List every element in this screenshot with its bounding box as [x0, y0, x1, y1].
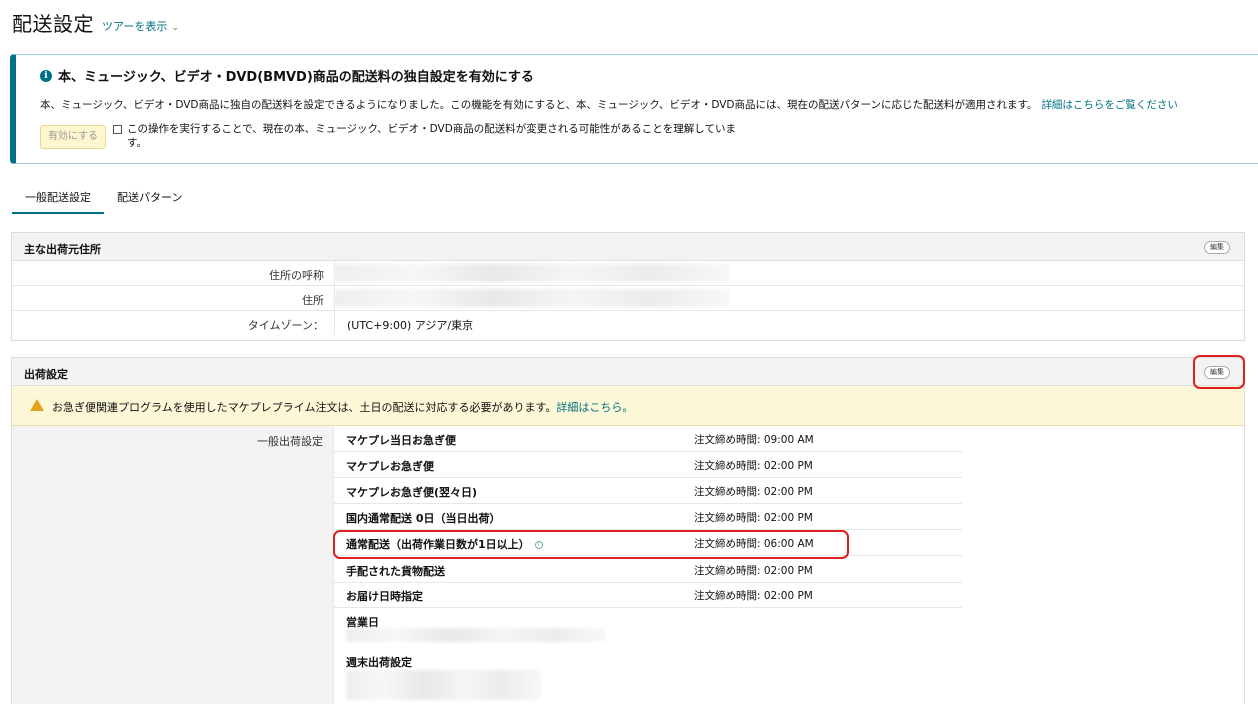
confirm-checkbox-row[interactable]: この操作を実行することで、現在の本、ミュージック、ビデオ・DVD商品の配送料が変… — [113, 122, 753, 150]
timezone-label: タイムゾーン： — [247, 319, 324, 332]
notice-title: i 本、ミュージック、ビデオ・DVD(BMVD)商品の配送料の独自設定を有効にす… — [40, 66, 534, 85]
address-panel: 主な出荷元住所 編集 住所の呼称 住所 タイムゾーン： (UTC+9:00) ア… — [11, 232, 1245, 341]
address-value — [334, 286, 734, 310]
ship-method-row: 手配された貨物配送 注文締め時間: 02:00 PM — [334, 557, 962, 583]
page-title: 配送設定 — [12, 12, 94, 36]
redacted-address — [335, 289, 730, 307]
warning-icon — [30, 399, 44, 411]
address-panel-header: 主な出荷元住所 編集 — [12, 233, 1244, 261]
ship-method-name: マケプレ当日お急ぎ便 — [346, 434, 456, 447]
address-panel-title: 主な出荷元住所 — [24, 243, 101, 256]
general-shipping-label: 一般出荷設定 — [257, 435, 323, 448]
address-row-address: 住所 — [12, 286, 1244, 311]
ship-method-row: 国内通常配送 0日（当日出荷） 注文締め時間: 02:00 PM — [334, 504, 962, 530]
ship-method-row: マケプレ当日お急ぎ便 注文締め時間: 09:00 AM — [334, 426, 962, 452]
ship-method-name: マケプレお急ぎ便(翌々日) — [346, 486, 478, 499]
ship-method-cutoff: 注文締め時間: 02:00 PM — [694, 590, 813, 602]
ship-method-row: マケプレお急ぎ便 注文締め時間: 02:00 PM — [334, 452, 962, 478]
ship-method-name: 通常配送（出荷作業日数が1日以上） i — [346, 536, 543, 552]
ship-method-row: マケプレお急ぎ便(翌々日) 注文締め時間: 02:00 PM — [334, 478, 962, 504]
ship-method-cutoff: 注文締め時間: 06:00 AM — [694, 538, 814, 550]
redacted-address-name — [335, 264, 730, 282]
ship-method-row: お届け日時指定 注文締め時間: 02:00 PM — [334, 582, 962, 608]
bmvd-notice: i 本、ミュージック、ビデオ・DVD(BMVD)商品の配送料の独自設定を有効にす… — [10, 54, 1258, 164]
timezone-value: (UTC+9:00) アジア/東京 — [334, 311, 734, 335]
confirm-checkbox[interactable] — [113, 125, 122, 134]
ship-method-name: 国内通常配送 0日（当日出荷） — [346, 512, 501, 525]
prime-warning: お急ぎ便関連プログラムを使用したマケプレプライム注文は、土日の配送に対応する必要… — [12, 386, 1244, 426]
weekend-shipping-label: 週末出荷設定 — [346, 656, 412, 669]
enable-button[interactable]: 有効にする — [40, 125, 106, 149]
address-label: 住所 — [302, 294, 324, 307]
shipping-edit-button[interactable]: 編集 — [1204, 366, 1230, 379]
warning-text: お急ぎ便関連プログラムを使用したマケプレプライム注文は、土日の配送に対応する必要… — [52, 399, 633, 415]
address-row-name: 住所の呼称 — [12, 261, 1244, 286]
redacted-business-days — [346, 628, 606, 642]
warning-message: お急ぎ便関連プログラムを使用したマケプレプライム注文は、土日の配送に対応する必要… — [52, 401, 557, 414]
ship-method-cutoff: 注文締め時間: 09:00 AM — [694, 434, 814, 446]
shipping-panel-title: 出荷設定 — [24, 368, 68, 381]
shipping-panel: 出荷設定 編集 お急ぎ便関連プログラムを使用したマケプレプライム注文は、土日の配… — [11, 357, 1245, 704]
tour-link[interactable]: ツアーを表示 ⌄ — [102, 18, 179, 34]
ship-method-cutoff: 注文締め時間: 02:00 PM — [694, 565, 813, 577]
notice-description-text: 本、ミュージック、ビデオ・DVD商品に独自の配送料を設定できるようになりました。… — [40, 99, 1038, 111]
address-name-label: 住所の呼称 — [269, 269, 324, 282]
ship-method-name-text: 通常配送（出荷作業日数が1日以上） — [346, 538, 530, 551]
chevron-down-icon: ⌄ — [171, 23, 179, 33]
ship-method-cutoff: 注文締め時間: 02:00 PM — [694, 460, 813, 472]
notice-title-text: 本、ミュージック、ビデオ・DVD(BMVD)商品の配送料の独自設定を有効にする — [58, 70, 534, 85]
info-icon: i — [40, 69, 52, 82]
tab-shipping-templates[interactable]: 配送パターン — [104, 182, 195, 214]
tour-link-label: ツアーを表示 — [102, 20, 168, 33]
address-name-value — [334, 261, 734, 285]
settings-tabs: 一般配送設定 配送パターン — [12, 182, 195, 214]
ship-method-cutoff: 注文締め時間: 02:00 PM — [694, 512, 813, 524]
notice-description: 本、ミュージック、ビデオ・DVD商品に独自の配送料を設定できるようになりました。… — [40, 97, 1178, 112]
address-edit-button[interactable]: 編集 — [1204, 241, 1230, 254]
notice-details-link[interactable]: 詳細はこちらをご覧ください — [1041, 99, 1178, 111]
shipping-left-column: 一般出荷設定 — [12, 426, 334, 704]
info-icon[interactable]: i — [534, 541, 543, 549]
tab-general-shipping[interactable]: 一般配送設定 — [12, 182, 104, 214]
ship-method-name: お届け日時指定 — [346, 590, 423, 603]
ship-method-row: 通常配送（出荷作業日数が1日以上） i 注文締め時間: 06:00 AM — [334, 530, 962, 556]
address-row-timezone: タイムゾーン： (UTC+9:00) アジア/東京 — [12, 311, 1244, 336]
ship-method-cutoff: 注文締め時間: 02:00 PM — [694, 486, 813, 498]
redacted-weekend-settings — [346, 670, 541, 700]
ship-method-name: マケプレお急ぎ便 — [346, 460, 434, 473]
shipping-body: 一般出荷設定 マケプレ当日お急ぎ便 注文締め時間: 09:00 AM マケプレお… — [12, 426, 1244, 704]
shipping-panel-header: 出荷設定 編集 — [12, 358, 1244, 386]
warning-details-link[interactable]: 詳細はこちら。 — [556, 401, 633, 414]
ship-method-name: 手配された貨物配送 — [346, 565, 445, 578]
confirm-label: この操作を実行することで、現在の本、ミュージック、ビデオ・DVD商品の配送料が変… — [127, 123, 736, 149]
